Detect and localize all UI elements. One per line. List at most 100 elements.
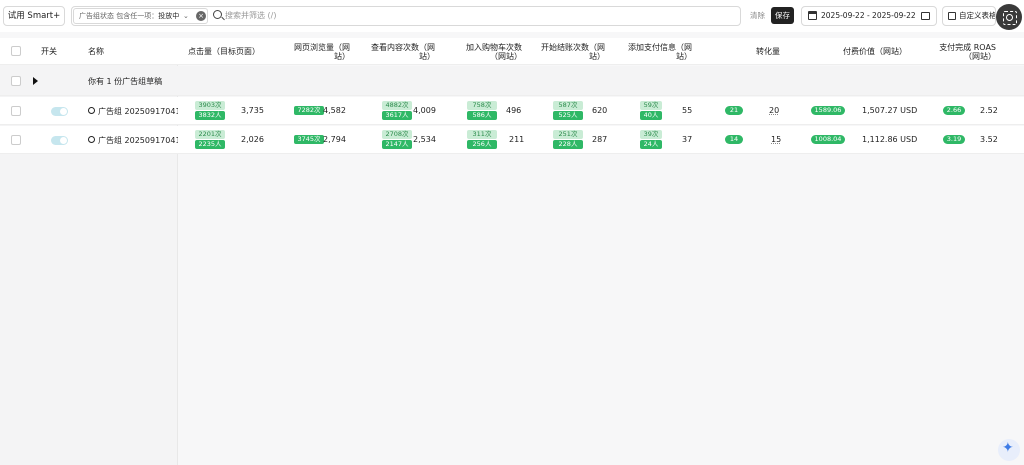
content-views-badge-top: 2708次	[382, 130, 412, 139]
clicks-badge-bottom: 2235人	[195, 140, 225, 149]
conversions-value: 20	[769, 106, 780, 115]
filter-bar[interactable]: 广告组状态 包含任一项：投放中 ⌄ × 搜索并筛选 (/)	[71, 6, 741, 26]
add-to-cart-value: 496	[506, 106, 522, 115]
roas-badge: 3.19	[943, 135, 965, 144]
chevron-down-icon[interactable]: ⌄	[183, 9, 189, 23]
purchase-value-badge: 1589.06	[811, 106, 845, 115]
conversions-value: 15	[771, 135, 782, 144]
roas-value: 3.52	[980, 135, 998, 144]
header-page-views-l1: 网页浏览量（网	[294, 43, 350, 52]
row-name[interactable]: 广告组 202509170417	[98, 106, 178, 117]
search-input[interactable]: 搜索并筛选 (/)	[225, 10, 276, 21]
payment-info-badge-bottom: 40人	[640, 111, 662, 120]
header-content-views-l1: 查看内容次数（网	[371, 43, 435, 52]
toolbar: 试用 Smart+ 广告组状态 包含任一项：投放中 ⌄ × 搜索并筛选 (/) …	[0, 0, 1024, 32]
content-views-value: 2,534	[413, 135, 436, 144]
select-all-checkbox[interactable]	[11, 46, 21, 56]
header-checkout-l1: 开始结账次数（网	[541, 43, 605, 52]
payment-info-value: 55	[682, 106, 693, 115]
add-to-cart-badge-top: 311次	[467, 130, 497, 139]
close-icon[interactable]: ×	[196, 11, 206, 21]
add-to-cart-badge-bottom: 586人	[467, 111, 497, 120]
header-roas[interactable]: 支付完成 ROAS （网站）	[920, 43, 996, 61]
checkout-value: 287	[592, 135, 608, 144]
filter-chip-status[interactable]: 广告组状态 包含任一项：投放中 ⌄ ×	[73, 8, 208, 24]
checkout-badge-bottom: 525人	[553, 111, 583, 120]
clicks-badge-top: 2201次	[195, 130, 225, 139]
filter-chip-prefix: 广告组状态 包含任一项：	[79, 12, 159, 20]
page-views-value: 2,794	[323, 135, 346, 144]
payment-info-badge-bottom: 24人	[640, 140, 662, 149]
assistant-sparkle-icon[interactable]	[998, 439, 1020, 461]
date-range-text: 2025-09-22 - 2025-09-22	[821, 11, 916, 20]
adgroup-table: 开关 名称 点击量（目标页面） 网页浏览量（网 站） 查看内容次数（网 站） 加入购…	[0, 38, 1024, 465]
add-to-cart-badge-bottom: 256人	[467, 140, 497, 149]
header-roas-l1: 支付完成 ROAS	[939, 43, 996, 52]
header-purchase-value[interactable]: 付费价值（网站）	[800, 47, 907, 56]
header-payment-info-l1: 添加支付信息（网	[628, 43, 692, 52]
content-views-badge-bottom: 2147人	[382, 140, 412, 149]
content-views-badge-bottom: 3617人	[382, 111, 412, 120]
add-to-cart-badge-top: 758次	[467, 101, 497, 110]
table-header: 开关 名称 点击量（目标页面） 网页浏览量（网 站） 查看内容次数（网 站） 加入购…	[0, 38, 1024, 65]
purchase-value-value: 1,112.86 USD	[862, 135, 918, 144]
clicks-badge-bottom: 3832人	[195, 111, 225, 120]
search-icon	[213, 10, 222, 19]
draft-row-label: 你有 1 份广告组草稿	[88, 77, 163, 86]
clicks-badge-top: 3903次	[195, 101, 225, 110]
header-switch[interactable]: 开关	[41, 47, 57, 56]
header-conversions[interactable]: 转化量	[720, 47, 780, 56]
clicks-value: 2,026	[241, 135, 264, 144]
compare-icon[interactable]	[921, 12, 930, 20]
header-clicks[interactable]: 点击量（目标页面）	[150, 47, 260, 56]
payment-info-badge-top: 39次	[640, 130, 662, 139]
try-smart-button[interactable]: 试用 Smart+	[3, 6, 65, 26]
page-views-value: 4,582	[323, 106, 346, 115]
checkout-badge-top: 587次	[553, 101, 583, 110]
header-add-to-cart-l2: （网站）	[490, 52, 522, 61]
row-checkbox[interactable]	[11, 106, 21, 116]
conversions-badge: 21	[725, 106, 743, 115]
header-content-views[interactable]: 查看内容次数（网 站）	[355, 43, 435, 61]
page-views-badge: 3745次	[294, 135, 324, 144]
checkout-badge-bottom: 228人	[553, 140, 583, 149]
row-status-toggle[interactable]	[51, 136, 68, 145]
screenshot-scan-icon[interactable]	[996, 4, 1022, 30]
row-checkbox[interactable]	[11, 135, 21, 145]
calendar-icon	[808, 11, 817, 20]
columns-icon	[948, 12, 956, 20]
clear-button[interactable]: 清除	[750, 10, 765, 21]
roas-value: 2.52	[980, 106, 998, 115]
date-range-picker[interactable]: 2025-09-22 - 2025-09-22	[801, 6, 937, 26]
table-row[interactable]: 广告组 202509170417 3903次 3832人 3,735 7282次…	[0, 97, 1024, 125]
roas-badge: 2.66	[943, 106, 965, 115]
header-add-to-cart-l1: 加入购物车次数	[466, 43, 522, 52]
header-content-views-l2: 站）	[419, 52, 435, 61]
draft-row[interactable]: 你有 1 份广告组草稿	[0, 66, 1024, 96]
expand-caret-icon[interactable]	[33, 77, 38, 85]
header-page-views[interactable]: 网页浏览量（网 站）	[270, 43, 350, 61]
header-name[interactable]: 名称	[88, 47, 104, 56]
custom-columns-label: 自定义表格	[959, 11, 996, 20]
custom-columns-button[interactable]: 自定义表格	[942, 6, 996, 26]
table-row[interactable]: 广告组 202509170417 2201次 2235人 2,026 3745次…	[0, 126, 1024, 154]
header-roas-l2: （网站）	[964, 52, 996, 61]
header-checkout[interactable]: 开始结账次数（网 站）	[525, 43, 605, 61]
purchase-value-badge: 1008.04	[811, 135, 845, 144]
payment-info-value: 37	[682, 135, 693, 144]
conversions-badge: 14	[725, 135, 743, 144]
header-checkout-l2: 站）	[589, 52, 605, 61]
row-name[interactable]: 广告组 202509170417	[98, 135, 178, 146]
payment-info-badge-top: 59次	[640, 101, 662, 110]
page-views-badge: 7282次	[294, 106, 324, 115]
header-page-views-l2: 站）	[334, 52, 350, 61]
row-status-toggle[interactable]	[51, 107, 68, 116]
header-add-to-cart[interactable]: 加入购物车次数 （网站）	[440, 43, 522, 61]
draft-row-checkbox[interactable]	[11, 76, 21, 86]
checkout-badge-top: 251次	[553, 130, 583, 139]
save-button[interactable]: 保存	[771, 7, 794, 24]
adgroup-icon	[88, 107, 95, 114]
content-views-badge-top: 4882次	[382, 101, 412, 110]
clicks-value: 3,735	[241, 106, 264, 115]
header-payment-info[interactable]: 添加支付信息（网 站）	[610, 43, 692, 61]
